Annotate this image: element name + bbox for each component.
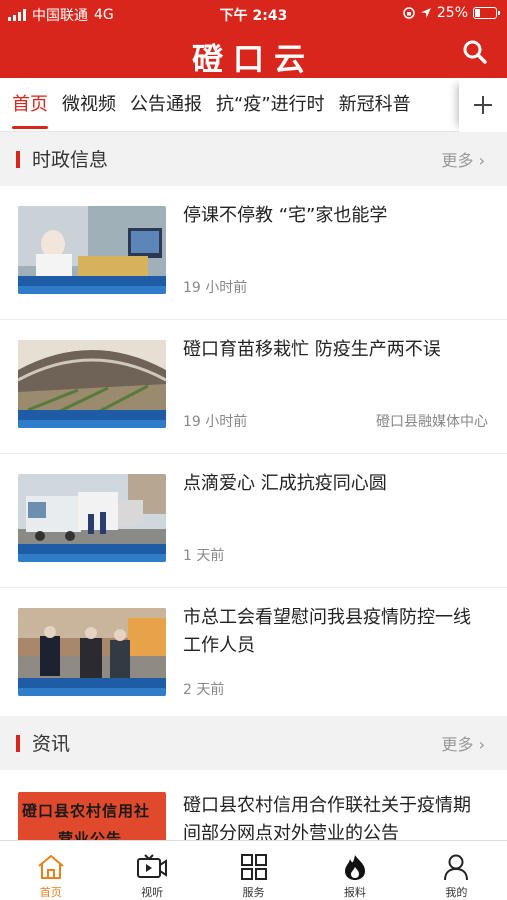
bottom-tab-services[interactable]: 服务 (203, 841, 304, 900)
news-title: 点滴爱心 汇成抗疫同心圆 (183, 473, 387, 494)
news-thumbnail (18, 340, 166, 428)
news-item[interactable]: 市总工会看望慰问我县疫情防控一线工作人员 2 天前 (0, 588, 507, 722)
section-header-news: 资讯 更多 › (0, 716, 507, 770)
bottom-tab-label: 报料 (343, 886, 366, 899)
home-icon (38, 855, 64, 879)
news-thumbnail (18, 474, 166, 562)
section-header-politics: 时政信息 更多 › (0, 132, 507, 186)
bottom-tab-report[interactable]: 报料 (304, 841, 405, 900)
news-time: 1 天前 (183, 548, 225, 564)
section-marker (16, 735, 20, 752)
news-item[interactable]: 磴口县农村信用社 营业公告 磴口县农村信用合作联社关于疫情期间部分网点对外营业的… (0, 770, 507, 852)
news-item[interactable]: 停课不停教 “宅”家也能学 19 小时前 (0, 186, 507, 320)
chevron-right-icon: › (478, 735, 485, 754)
thumbnail-text: 磴口县农村信用社 (22, 802, 151, 820)
news-time: 19 小时前 (183, 280, 248, 296)
fire-icon (344, 855, 365, 880)
app-header: 中国联通 4G 下午 2:43 25% 磴口云 (0, 0, 507, 78)
video-icon (137, 854, 168, 878)
app-title: 磴口云 (192, 42, 315, 78)
news-source: 磴口县融媒体中心 (376, 414, 488, 430)
battery-icon (473, 7, 500, 19)
bottom-tab-label: 我的 (445, 886, 468, 899)
add-channel-button[interactable] (459, 78, 507, 132)
search-icon (463, 40, 487, 64)
tab-home[interactable]: 首页 (0, 78, 55, 132)
tab-fight-epidemic[interactable]: 抗“疫”进行时 (209, 78, 332, 132)
more-label: 更多 (441, 151, 474, 170)
news-title: 磴口育苗移栽忙 防疫生产两不误 (183, 339, 441, 360)
tab-covid-science[interactable]: 新冠科普 (332, 78, 418, 132)
search-button[interactable] (461, 38, 489, 66)
bottom-tab-video[interactable]: 视听 (101, 841, 202, 900)
bottom-tab-bar: 首页 视听 服务 报料 我的 (0, 840, 507, 900)
news-item[interactable]: 点滴爱心 汇成抗疫同心圆 1 天前 (0, 454, 507, 588)
news-item[interactable]: 磴口育苗移栽忙 防疫生产两不误 19 小时前 磴口县融媒体中心 (0, 320, 507, 454)
news-title: 市总工会看望慰问我县疫情防控一线工作人员 (183, 607, 471, 656)
user-icon (444, 854, 469, 881)
more-label: 更多 (441, 735, 474, 754)
news-time: 19 小时前 (183, 414, 248, 430)
chevron-right-icon: › (478, 151, 485, 170)
grid-icon (240, 854, 267, 880)
tab-announcements[interactable]: 公告通报 (123, 78, 209, 132)
lock-rotation-icon (403, 7, 415, 19)
plus-icon (474, 96, 492, 114)
bottom-tab-profile[interactable]: 我的 (406, 841, 507, 900)
status-bar: 中国联通 4G 下午 2:43 25% (0, 0, 507, 28)
bottom-tab-label: 首页 (39, 886, 62, 899)
bottom-tab-label: 服务 (242, 886, 265, 899)
news-thumbnail (18, 206, 166, 294)
bottom-tab-label: 视听 (141, 886, 164, 899)
tab-list: 首页 微视频 公告通报 抗“疫”进行时 新冠科普 (0, 78, 460, 132)
location-icon (420, 8, 431, 18)
news-title: 停课不停教 “宅”家也能学 (183, 205, 388, 226)
section-title: 资讯 (32, 733, 71, 755)
more-link[interactable]: 更多 › (441, 147, 485, 171)
section-marker (16, 151, 20, 168)
more-link[interactable]: 更多 › (441, 731, 485, 755)
bottom-tab-home[interactable]: 首页 (0, 841, 101, 900)
battery-percent: 25% (436, 5, 468, 21)
section-title: 时政信息 (32, 149, 109, 171)
news-time: 2 天前 (183, 682, 225, 698)
category-tabs: 首页 微视频 公告通报 抗“疫”进行时 新冠科普 (0, 78, 507, 132)
tab-micro-video[interactable]: 微视频 (55, 78, 123, 132)
news-thumbnail (18, 608, 166, 696)
